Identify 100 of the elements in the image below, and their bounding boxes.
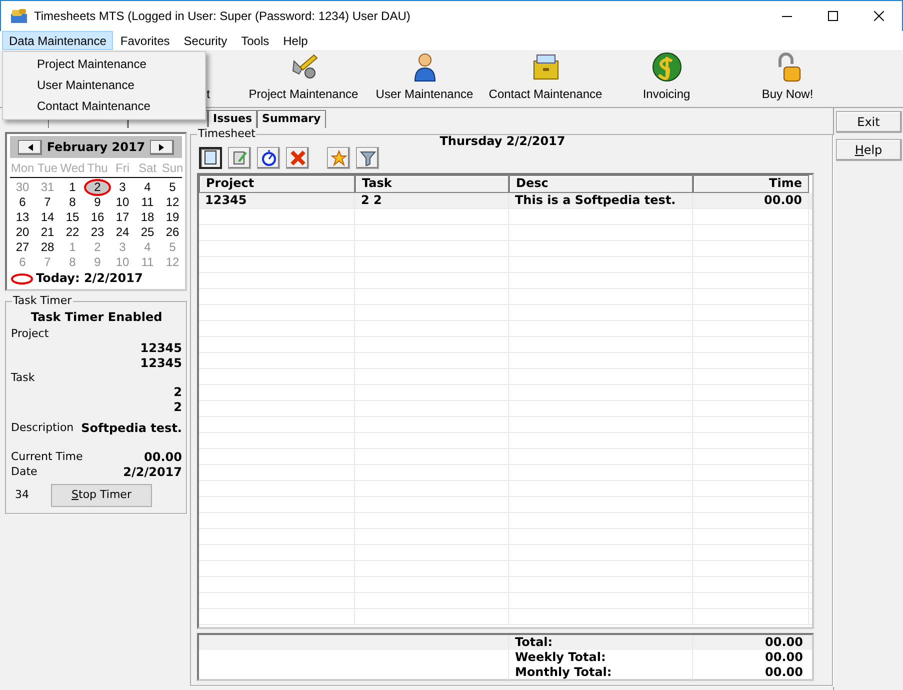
- toolbar-button[interactable]: Contact Maintenance: [485, 50, 606, 107]
- weekday-label: Sun: [160, 161, 184, 176]
- field-value: 2: [172, 384, 182, 400]
- calendar-day[interactable]: 8: [60, 195, 85, 210]
- table-cell: This is a Softpedia test.: [509, 193, 693, 208]
- calendar-day[interactable]: 16: [85, 210, 110, 225]
- calendar-day[interactable]: 24: [110, 225, 135, 240]
- menu-item[interactable]: Tools: [234, 31, 276, 50]
- calendar-day[interactable]: 2: [85, 180, 110, 195]
- calendar-day[interactable]: 19: [160, 210, 185, 225]
- weekday-label: Sat: [137, 161, 158, 176]
- menu-entry[interactable]: Contact Maintenance: [3, 96, 205, 117]
- side-button[interactable]: Exit: [836, 111, 902, 133]
- toolbar-button[interactable]: Buy Now!: [727, 50, 848, 107]
- field-label: Description: [11, 420, 74, 436]
- new-sheet-icon: [202, 150, 218, 166]
- field-label: Date: [11, 464, 38, 480]
- calendar-day[interactable]: 7: [35, 195, 60, 210]
- pencil-icon: [232, 150, 248, 166]
- close-icon: [874, 11, 884, 21]
- toolbar-button[interactable]: [228, 147, 251, 169]
- weekday-label: Mon: [10, 161, 35, 176]
- calendar-day[interactable]: 23: [85, 225, 110, 240]
- left-arrow-icon: [28, 144, 32, 150]
- column-header[interactable]: Task: [355, 175, 509, 193]
- table-cell: 2 2: [355, 193, 509, 208]
- calendar-day[interactable]: 20: [10, 225, 35, 240]
- filter-icon: [360, 150, 376, 166]
- field-value: 12345: [139, 356, 182, 371]
- previous-month-button[interactable]: [18, 140, 42, 154]
- calendar-day[interactable]: 11: [135, 195, 160, 210]
- calendar-day[interactable]: 4: [135, 180, 160, 195]
- delete-icon: [290, 150, 306, 166]
- calendar-day[interactable]: 28: [35, 240, 60, 255]
- calendar-day[interactable]: 12: [160, 195, 185, 210]
- timer-status: Task Timer Enabled: [30, 310, 164, 325]
- dollar-coin-icon: [650, 51, 682, 83]
- toolbar-button[interactable]: Project Maintenance: [243, 50, 364, 107]
- calendar-day[interactable]: 21: [35, 225, 60, 240]
- window-title: Timesheets MTS (Logged in User: Super (Password: 1234) User DAU): [34, 8, 410, 24]
- toolbar-label: t: [206, 87, 210, 102]
- stop-timer-button[interactable]: Stop Timer: [51, 484, 152, 506]
- weekday-label: Wed: [60, 161, 85, 176]
- total-value: 00.00: [764, 650, 804, 665]
- menu-item[interactable]: Security: [176, 31, 234, 50]
- field-label: Current Time: [11, 450, 83, 464]
- weekday-label: Thu: [86, 161, 109, 176]
- side-button[interactable]: Help: [836, 139, 902, 161]
- calendar-day[interactable]: 13: [10, 210, 35, 225]
- toolbar-button[interactable]: Invoicing: [606, 50, 727, 107]
- calendar-day[interactable]: 5: [160, 180, 185, 195]
- field-label: Task: [11, 370, 36, 384]
- toolbar-button[interactable]: [356, 147, 379, 169]
- toolbar-button[interactable]: User Maintenance: [364, 50, 485, 107]
- total-label: Weekly Total:: [509, 650, 693, 665]
- calendar-day[interactable]: 26: [160, 225, 185, 240]
- calendar-day[interactable]: 17: [110, 210, 135, 225]
- tab[interactable]: Issues: [208, 110, 258, 128]
- menu-entry[interactable]: Project Maintenance: [3, 54, 205, 75]
- column-header[interactable]: Project: [199, 175, 355, 193]
- month-title: February 2017: [46, 140, 146, 154]
- calendar-day[interactable]: 10: [110, 195, 135, 210]
- calendar-day[interactable]: 15: [60, 210, 85, 225]
- calendar-day[interactable]: 18: [135, 210, 160, 225]
- date-heading: Thursday 2/2/2017: [438, 134, 566, 149]
- field-value: 12345: [139, 340, 182, 356]
- calendar-day[interactable]: 14: [35, 210, 60, 225]
- maximize-icon: [828, 11, 838, 21]
- weekday-label: Tue: [36, 161, 59, 176]
- toolbar-button[interactable]: [199, 147, 222, 169]
- menu-item[interactable]: Favorites: [113, 31, 177, 50]
- star-icon: [330, 150, 346, 166]
- calendar-day[interactable]: 6: [10, 195, 35, 210]
- calendar-day[interactable]: 22: [60, 225, 85, 240]
- total-value: 00.00: [764, 665, 804, 680]
- total-value: 00.00: [764, 635, 804, 650]
- calendar-day[interactable]: 27: [10, 240, 35, 255]
- total-label: Monthly Total:: [509, 665, 693, 680]
- calendar-day[interactable]: 3: [110, 180, 135, 195]
- app-icon: [10, 8, 28, 24]
- today-link[interactable]: Today: 2/2/2017: [36, 271, 143, 286]
- column-header[interactable]: Time: [693, 175, 809, 193]
- stopwatch-icon: [260, 150, 276, 166]
- column-header[interactable]: Desc: [509, 175, 693, 193]
- menu-item[interactable]: Help: [276, 31, 315, 50]
- field-value: Softpedia test.: [81, 420, 182, 436]
- calendar-day[interactable]: 25: [135, 225, 160, 240]
- field-label: Project: [11, 327, 50, 341]
- toolbar-button[interactable]: [257, 147, 280, 169]
- table-cell: 12345: [199, 193, 355, 208]
- counter-label: 34: [14, 488, 30, 502]
- next-month-button[interactable]: [150, 140, 174, 154]
- menu-entry[interactable]: User Maintenance: [3, 75, 205, 96]
- calendar-day[interactable]: 1: [60, 180, 85, 195]
- tab[interactable]: Summary: [257, 110, 326, 128]
- menu-item[interactable]: Data Maintenance: [2, 31, 114, 50]
- right-arrow-icon: [159, 144, 164, 150]
- table-cell: 00.00: [693, 193, 809, 208]
- calendar-day[interactable]: 9: [85, 195, 110, 210]
- today-marker-icon: [10, 272, 34, 284]
